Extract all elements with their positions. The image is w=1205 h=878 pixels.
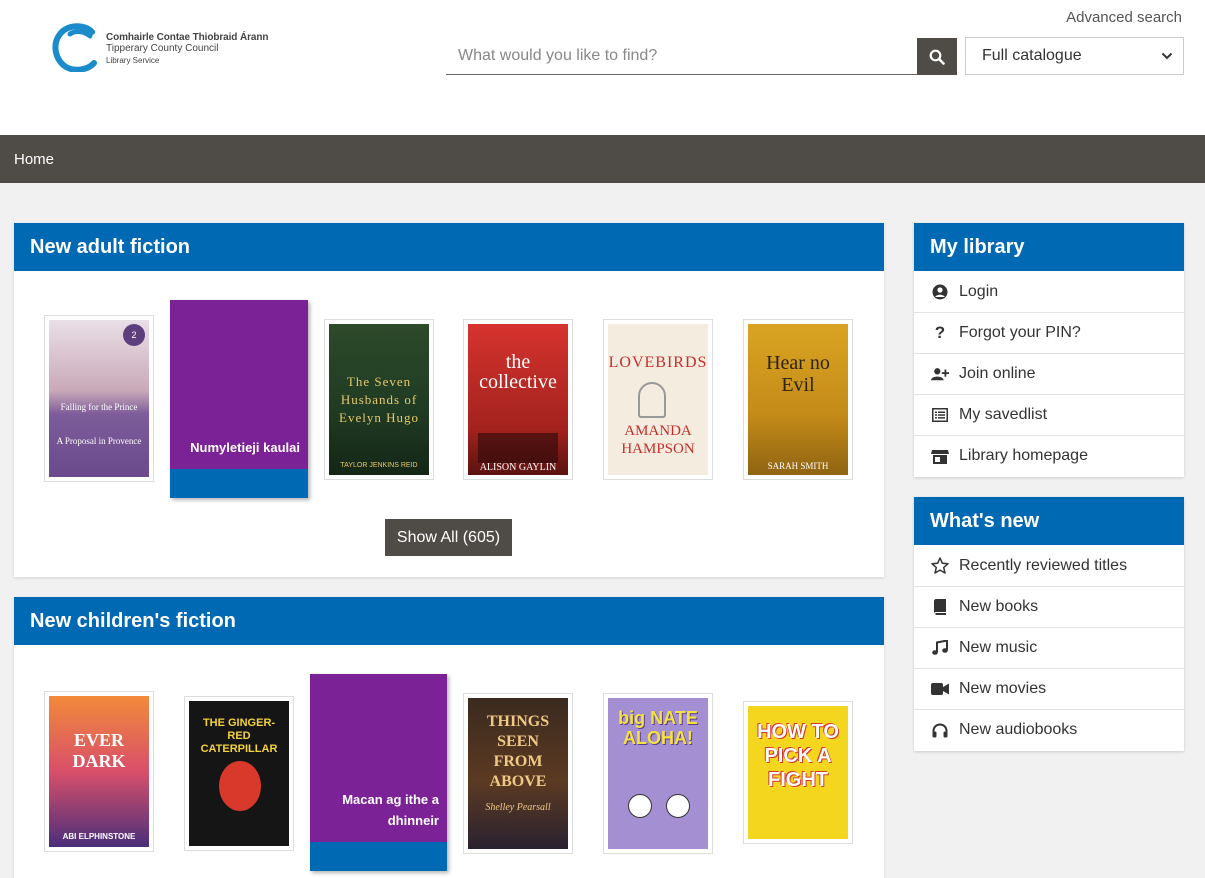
list-icon — [931, 406, 949, 424]
whats-new-item-label: New books — [959, 598, 1039, 615]
my-library-heading: My library — [914, 223, 1184, 271]
whats-new-item-music[interactable]: New music — [914, 627, 1184, 668]
user-circle-icon — [931, 283, 949, 301]
whats-new-item-books[interactable]: New books — [914, 586, 1184, 627]
my-library-list: Login ? Forgot your PIN? Join online My … — [914, 271, 1184, 476]
book-cover-author: Shelley Pearsall — [485, 802, 551, 813]
book-placeholder[interactable]: Numyletieji kaulai — [170, 300, 308, 498]
my-library-item-label: Forgot your PIN? — [959, 324, 1081, 341]
book-cover[interactable]: HOW TO PICK A FIGHT — [743, 701, 853, 844]
book-cover-title: Hear no Evil — [766, 352, 830, 396]
book-cover-author: AMANDA HAMPSON — [621, 423, 695, 457]
whats-new-item-movies[interactable]: New movies — [914, 668, 1184, 709]
placeholder-bar — [310, 842, 447, 871]
my-library-item-savedlist[interactable]: My savedlist — [914, 394, 1184, 435]
placeholder-bar — [170, 469, 308, 498]
star-icon — [931, 557, 949, 575]
show-all-button[interactable]: Show All (605) — [385, 519, 512, 556]
site-header: Comhairle Contae Thiobraid Árann Tippera… — [0, 0, 1205, 135]
book-cover[interactable]: big NATE ALOHA! — [603, 693, 713, 854]
book-cover-title: big NATE ALOHA! — [618, 708, 698, 748]
book-cover-title: THINGS SEEN FROM ABOVE — [486, 713, 550, 790]
logo-line-1: Comhairle Contae Thiobraid Árann — [106, 32, 269, 43]
children-fiction-heading: New children's fiction — [14, 597, 884, 645]
council-logo[interactable]: Comhairle Contae Thiobraid Árann Tippera… — [52, 22, 282, 74]
book-cover-title: LOVEBIRDS — [608, 354, 708, 371]
catalogue-select-value: Full catalogue — [982, 47, 1082, 64]
book-cover-author: ALISON GAYLIN — [479, 462, 557, 473]
children-fiction-panel: New children's fiction EVER DARK ABI ELP… — [14, 597, 884, 878]
chevron-down-icon — [1161, 52, 1173, 60]
book-cover-author: TAYLOR JENKINS REID — [340, 462, 418, 469]
book-cover[interactable]: Hear no Evil SARAH SMITH — [743, 319, 853, 480]
my-library-item-forgot-pin[interactable]: ? Forgot your PIN? — [914, 312, 1184, 353]
character-art — [666, 794, 690, 818]
book-cover-author: ABI ELPHINSTONE — [62, 832, 136, 841]
user-plus-icon — [931, 365, 949, 383]
my-library-item-label: Join online — [959, 365, 1036, 382]
book-cover[interactable]: The Seven Husbands of Evelyn Hugo TAYLOR… — [324, 319, 434, 480]
whats-new-item-label: Recently reviewed titles — [959, 556, 1128, 574]
music-icon — [931, 639, 949, 657]
caterpillar-art — [219, 761, 261, 811]
my-library-item-label: My savedlist — [959, 406, 1048, 423]
my-library-item-label: Library homepage — [959, 447, 1088, 464]
logo-mark-icon — [52, 23, 97, 72]
silhouettes — [478, 433, 558, 463]
book-cover-title: The Seven Husbands of Evelyn Hugo — [339, 373, 419, 425]
book-cover[interactable]: EVER DARK ABI ELPHINSTONE — [44, 691, 154, 852]
book-cover-title: the collective — [479, 351, 557, 393]
book-cover[interactable]: the collective ALISON GAYLIN — [463, 319, 573, 480]
search-icon — [929, 49, 945, 65]
book-cover[interactable]: 2 Falling for the Prince A Proposal in P… — [44, 315, 154, 482]
whats-new-heading: What's new — [914, 497, 1184, 545]
headphones-icon — [931, 721, 949, 739]
book-placeholder-title: Macan ag ithe a dhinneir — [342, 792, 439, 828]
my-library-panel: My library Login ? Forgot your PIN? Join… — [914, 223, 1184, 477]
my-library-item-join-online[interactable]: Join online — [914, 353, 1184, 394]
search-button[interactable] — [917, 38, 957, 75]
book-cover-title: Falling for the Prince — [60, 402, 138, 412]
whats-new-panel: What's new Recently reviewed titles New … — [914, 497, 1184, 751]
whats-new-item-audiobooks[interactable]: New audiobooks — [914, 709, 1184, 750]
book-cover-author: SARAH SMITH — [767, 461, 829, 471]
my-library-item-homepage[interactable]: Library homepage — [914, 435, 1184, 476]
book-cover[interactable]: LOVEBIRDS AMANDA HAMPSON — [603, 319, 713, 480]
whats-new-list: Recently reviewed titles New books New m… — [914, 545, 1184, 750]
question-icon: ? — [934, 323, 946, 342]
logo-line-3: Library Service — [106, 56, 160, 65]
main-nav: Home — [0, 135, 1205, 183]
character-art — [628, 794, 652, 818]
book-icon — [931, 598, 949, 616]
birdcage — [638, 382, 666, 418]
book-cover-subtitle: A Proposal in Provence — [56, 436, 142, 446]
whats-new-item-label: New music — [959, 639, 1038, 656]
book-cover[interactable]: THE GINGER-RED CATERPILLAR — [184, 696, 294, 851]
advanced-search-link[interactable]: Advanced search — [1066, 9, 1182, 26]
whats-new-item-reviewed[interactable]: Recently reviewed titles — [914, 545, 1184, 586]
book-cover-title: HOW TO PICK A FIGHT — [757, 721, 839, 791]
whats-new-item-label: New audiobooks — [959, 721, 1078, 738]
store-icon — [931, 447, 949, 465]
my-library-item-login[interactable]: Login — [914, 271, 1184, 312]
whats-new-item-label: New movies — [959, 680, 1047, 697]
nav-home-link[interactable]: Home — [14, 151, 54, 168]
book-cover[interactable]: THINGS SEEN FROM ABOVE Shelley Pearsall — [463, 693, 573, 854]
badge: 2 — [123, 324, 145, 346]
logo-text: Comhairle Contae Thiobraid Árann Tippera… — [106, 32, 268, 66]
catalogue-select[interactable]: Full catalogue — [965, 37, 1184, 75]
search-input[interactable] — [446, 38, 917, 75]
adult-fiction-panel: New adult fiction 2 Falling for the Prin… — [14, 223, 884, 577]
book-placeholder[interactable]: Macan ag ithe a dhinneir — [310, 674, 447, 871]
book-cover-title: THE GINGER-RED CATERPILLAR — [200, 717, 278, 755]
logo-line-2: Tipperary County Council — [106, 43, 219, 54]
search-bar — [446, 38, 957, 75]
book-cover-title: EVER DARK — [72, 730, 126, 771]
my-library-item-label: Login — [959, 282, 999, 300]
adult-fiction-heading: New adult fiction — [14, 223, 884, 271]
book-placeholder-title: Numyletieji kaulai — [190, 440, 300, 455]
video-icon — [931, 680, 949, 698]
